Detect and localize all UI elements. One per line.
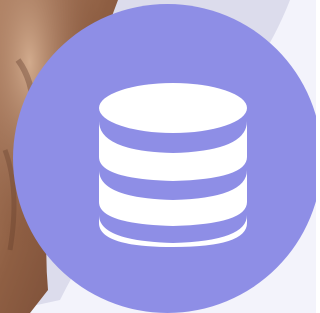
hero-scene bbox=[0, 0, 316, 313]
database-icon bbox=[99, 83, 247, 247]
database-badge bbox=[13, 4, 316, 313]
